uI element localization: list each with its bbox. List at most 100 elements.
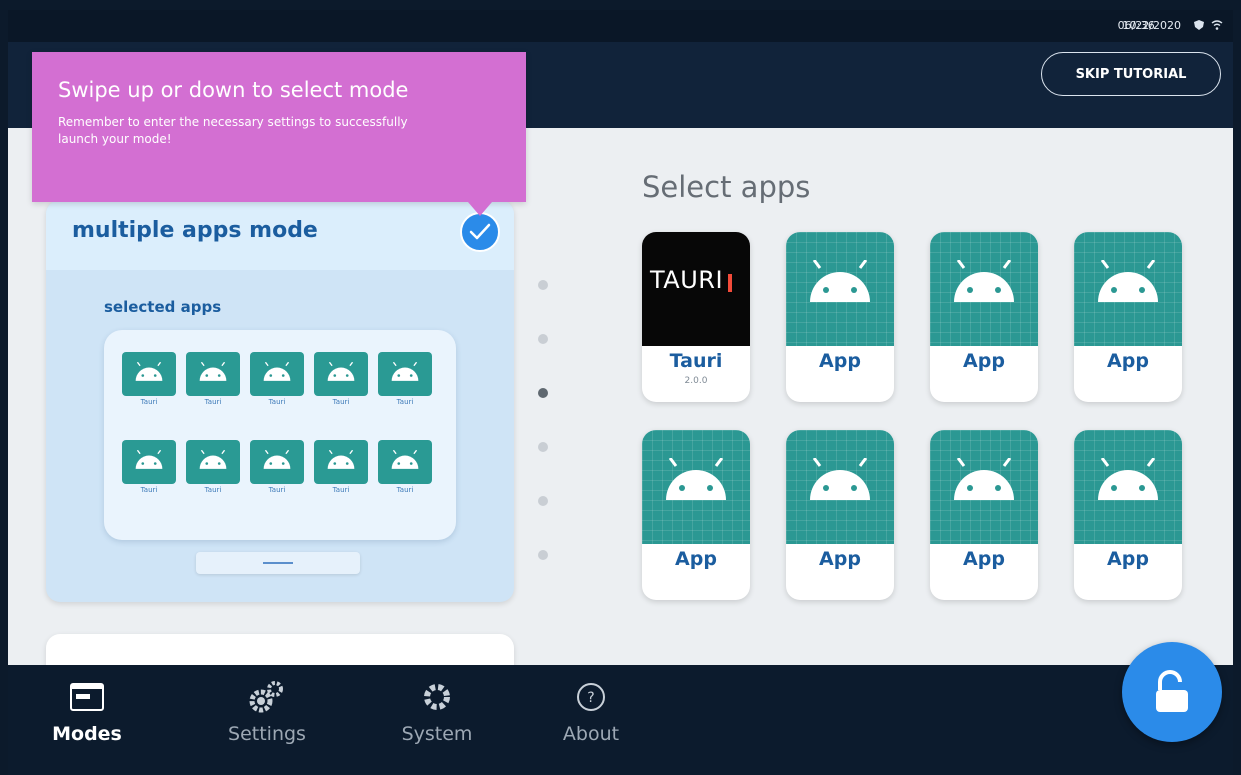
unlock-button[interactable] — [1122, 642, 1222, 742]
android-icon — [122, 440, 176, 484]
app-tile[interactable]: App — [1074, 430, 1182, 600]
tab-label: System — [401, 723, 473, 745]
mini-button-line — [263, 562, 293, 564]
mini-app-tile: Tauri — [186, 440, 240, 498]
android-icon — [378, 352, 432, 396]
app-label: App — [1107, 350, 1149, 372]
selected-apps-title: selected apps — [104, 298, 222, 316]
mini-app-label: Tauri — [332, 398, 350, 406]
tooltip-arrow — [468, 202, 492, 216]
select-apps-title: Select apps — [642, 170, 811, 204]
gear-icon — [382, 679, 492, 715]
android-icon — [786, 232, 894, 346]
app-tile[interactable]: App — [1074, 232, 1182, 402]
app-label: App — [819, 548, 861, 570]
android-icon — [1074, 430, 1182, 544]
mini-app-tile: Tauri — [122, 352, 176, 410]
android-icon — [186, 440, 240, 484]
wifi-icon — [1211, 20, 1223, 30]
selected-apps-grid: Tauri Tauri Tauri Tauri Tauri Tauri Tauri Tauri… — [122, 352, 432, 498]
mini-app-tile: Tauri — [378, 352, 432, 410]
android-icon — [250, 440, 304, 484]
question-icon: ? — [536, 679, 646, 715]
mini-app-label: Tauri — [268, 486, 286, 494]
app-label: App — [963, 350, 1005, 372]
app-tile[interactable]: App — [642, 430, 750, 600]
skip-tutorial-button[interactable]: SKIP TUTORIAL — [1041, 52, 1221, 96]
android-icon — [930, 430, 1038, 544]
svg-text:?: ? — [587, 690, 594, 706]
status-date: 06/22/2020 — [1117, 19, 1181, 32]
mini-app-label: Tauri — [396, 398, 414, 406]
tab-settings[interactable]: Settings — [212, 679, 322, 745]
mode-card-header: multiple apps mode — [46, 200, 514, 270]
mini-app-label: Tauri — [332, 486, 350, 494]
mini-app-tile: Tauri — [250, 352, 304, 410]
app-tile[interactable]: App — [930, 430, 1038, 600]
android-icon — [786, 430, 894, 544]
tab-modes[interactable]: Modes — [32, 679, 142, 745]
app-tile[interactable]: App — [930, 232, 1038, 402]
android-icon — [642, 430, 750, 544]
mode-title: multiple apps mode — [72, 218, 318, 243]
tab-system[interactable]: System — [382, 679, 492, 745]
mode-card-multiple-apps[interactable]: multiple apps mode selected apps Tauri Ta… — [46, 200, 514, 602]
app-label: App — [963, 548, 1005, 570]
tab-about[interactable]: ? About — [536, 679, 646, 745]
pager-dot[interactable] — [538, 280, 548, 290]
pager-dot[interactable] — [538, 496, 548, 506]
mini-app-tile: Tauri — [314, 440, 368, 498]
mini-app-label: Tauri — [396, 486, 414, 494]
mini-app-label: Tauri — [204, 486, 222, 494]
app-label: Tauri — [669, 350, 723, 372]
checkmark-icon[interactable] — [460, 212, 500, 252]
mini-app-tile: Tauri — [314, 352, 368, 410]
pager-dot[interactable] — [538, 550, 548, 560]
pager-dot[interactable] — [538, 388, 548, 398]
app-tile[interactable]: TAURI Tauri 2.0.0 — [642, 232, 750, 402]
selected-apps-panel: Tauri Tauri Tauri Tauri Tauri Tauri Tauri Tauri… — [104, 330, 456, 540]
tooltip-body: Remember to enter the necessary settings… — [58, 115, 408, 146]
mini-app-label: Tauri — [268, 398, 286, 406]
android-icon — [122, 352, 176, 396]
mini-app-label: Tauri — [204, 398, 222, 406]
app-label: App — [675, 548, 717, 570]
tauri-logo-icon: TAURI — [642, 232, 750, 346]
unlock-icon — [1156, 670, 1188, 712]
app-label: App — [1107, 548, 1149, 570]
mini-app-tile: Tauri — [250, 440, 304, 498]
shield-icon — [1194, 20, 1204, 30]
bottom-tab-bar: Modes Settings System ? About — [8, 665, 1233, 775]
mini-continue-button — [196, 552, 360, 574]
app-version: 2.0.0 — [684, 376, 708, 386]
tab-label: Settings — [228, 723, 306, 745]
mini-app-tile: Tauri — [122, 440, 176, 498]
apps-grid: TAURI Tauri 2.0.0 App App App App App App App — [642, 232, 1182, 600]
android-icon — [1074, 232, 1182, 346]
gears-icon — [212, 679, 322, 715]
tooltip-title: Swipe up or down to select mode — [58, 78, 409, 102]
mini-app-tile: Tauri — [378, 440, 432, 498]
pager-dot[interactable] — [538, 442, 548, 452]
android-icon — [186, 352, 240, 396]
modes-icon — [32, 679, 142, 715]
tauri-logo-text: TAURI — [650, 266, 724, 294]
android-icon — [378, 440, 432, 484]
tab-label: About — [562, 723, 620, 745]
mode-pager-dots — [538, 280, 558, 604]
status-bar: 10:36 06/22/2020 — [8, 10, 1233, 42]
android-icon — [250, 352, 304, 396]
android-icon — [930, 232, 1038, 346]
tab-label: Modes — [52, 723, 122, 745]
mini-app-label: Tauri — [140, 486, 158, 494]
tauri-thermometer-mark — [728, 274, 732, 292]
device-screen: 10:36 06/22/2020 SKIP TUTORIAL Swipe up … — [8, 10, 1233, 775]
tutorial-tooltip: Swipe up or down to select mode Remember… — [32, 52, 526, 202]
mini-app-label: Tauri — [140, 398, 158, 406]
app-tile[interactable]: App — [786, 232, 894, 402]
pager-dot[interactable] — [538, 334, 548, 344]
mini-app-tile: Tauri — [186, 352, 240, 410]
app-tile[interactable]: App — [786, 430, 894, 600]
android-icon — [314, 440, 368, 484]
app-label: App — [819, 350, 861, 372]
